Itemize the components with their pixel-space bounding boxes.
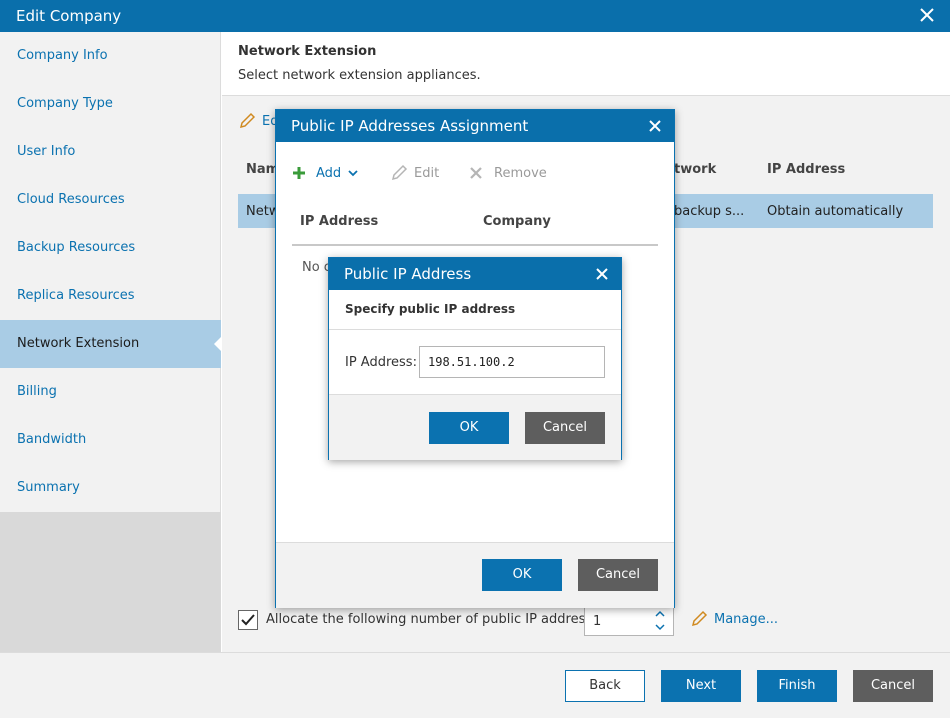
chevron-up-icon[interactable]	[655, 609, 665, 619]
sidebar-item-cloud-resources[interactable]: Cloud Resources	[0, 176, 221, 224]
pencil-icon	[238, 112, 256, 130]
ip-assignment-table-header: IP Address Company	[292, 208, 658, 246]
pencil-icon	[690, 610, 708, 628]
column-network: twork	[674, 162, 717, 177]
wizard-footer: Back Next Finish Cancel	[0, 652, 950, 718]
close-icon[interactable]	[918, 6, 936, 24]
allocate-label: Allocate the following number of public …	[266, 612, 607, 627]
finish-button[interactable]: Finish	[757, 670, 837, 702]
ip-count-stepper[interactable]: 1	[584, 606, 674, 636]
public-ip-subtitle: Specify public IP address	[345, 302, 516, 316]
ip-address-label: IP Address:	[345, 355, 417, 370]
back-button[interactable]: Back	[565, 670, 645, 702]
ip-count-value: 1	[593, 614, 602, 629]
window-titlebar: Edit Company	[0, 0, 950, 32]
public-ip-titlebar: Public IP Address	[329, 258, 621, 290]
allocate-checkbox[interactable]	[238, 610, 258, 630]
cell-ip-address: Obtain automatically	[767, 204, 904, 219]
page-subtitle: Select network extension appliances.	[238, 68, 481, 83]
window-title: Edit Company	[16, 7, 122, 25]
next-button[interactable]: Next	[661, 670, 741, 702]
ip-assignment-title: Public IP Addresses Assignment	[291, 117, 529, 135]
ok-button[interactable]: OK	[482, 559, 562, 591]
chevron-down-icon[interactable]	[655, 622, 665, 632]
allocate-public-ip-row: Allocate the following number of public …	[238, 606, 798, 636]
wizard-sidebar: Company Info Company Type User Info Clou…	[0, 32, 222, 512]
add-label: Add	[316, 166, 342, 181]
column-company: Company	[483, 214, 551, 229]
chevron-down-icon	[348, 168, 358, 178]
check-icon	[241, 614, 255, 626]
close-icon[interactable]	[646, 117, 664, 135]
public-ip-dialog: Public IP Address Specify public IP addr…	[328, 257, 622, 460]
manage-label: Manage...	[714, 612, 779, 627]
ip-assignment-footer: OK Cancel	[276, 542, 674, 608]
ok-button[interactable]: OK	[429, 412, 509, 444]
plus-icon	[292, 166, 306, 180]
cell-network: backup s...	[674, 204, 745, 219]
column-ip-address: IP Address	[300, 214, 379, 229]
sidebar-item-bandwidth[interactable]: Bandwidth	[0, 416, 221, 464]
sidebar-item-replica-resources[interactable]: Replica Resources	[0, 272, 221, 320]
x-icon	[468, 165, 484, 181]
sidebar-item-billing[interactable]: Billing	[0, 368, 221, 416]
public-ip-subtitle-bar: Specify public IP address	[329, 290, 621, 330]
sidebar-item-backup-resources[interactable]: Backup Resources	[0, 224, 221, 272]
ip-address-input[interactable]: 198.51.100.2	[419, 346, 605, 378]
content-header: Network Extension Select network extensi…	[222, 32, 950, 96]
cancel-button[interactable]: Cancel	[525, 412, 605, 444]
remove-label: Remove	[494, 166, 547, 181]
empty-table-message: No c	[302, 260, 331, 275]
sidebar-item-network-extension[interactable]: Network Extension	[0, 320, 222, 368]
ip-assignment-titlebar: Public IP Addresses Assignment	[276, 110, 674, 142]
public-ip-title: Public IP Address	[344, 265, 472, 283]
edit-label: Edit	[414, 166, 440, 181]
sidebar-item-company-type[interactable]: Company Type	[0, 80, 221, 128]
public-ip-footer: OK Cancel	[329, 394, 621, 460]
cancel-button[interactable]: Cancel	[578, 559, 658, 591]
cancel-button[interactable]: Cancel	[853, 670, 933, 702]
sidebar-empty-area	[0, 512, 221, 652]
page-title: Network Extension	[238, 44, 377, 59]
column-ip-address: IP Address	[767, 162, 846, 177]
sidebar-item-summary[interactable]: Summary	[0, 464, 221, 512]
sidebar-item-company-info[interactable]: Company Info	[0, 32, 221, 80]
close-icon[interactable]	[593, 265, 611, 283]
pencil-icon	[390, 164, 408, 182]
sidebar-item-user-info[interactable]: User Info	[0, 128, 221, 176]
